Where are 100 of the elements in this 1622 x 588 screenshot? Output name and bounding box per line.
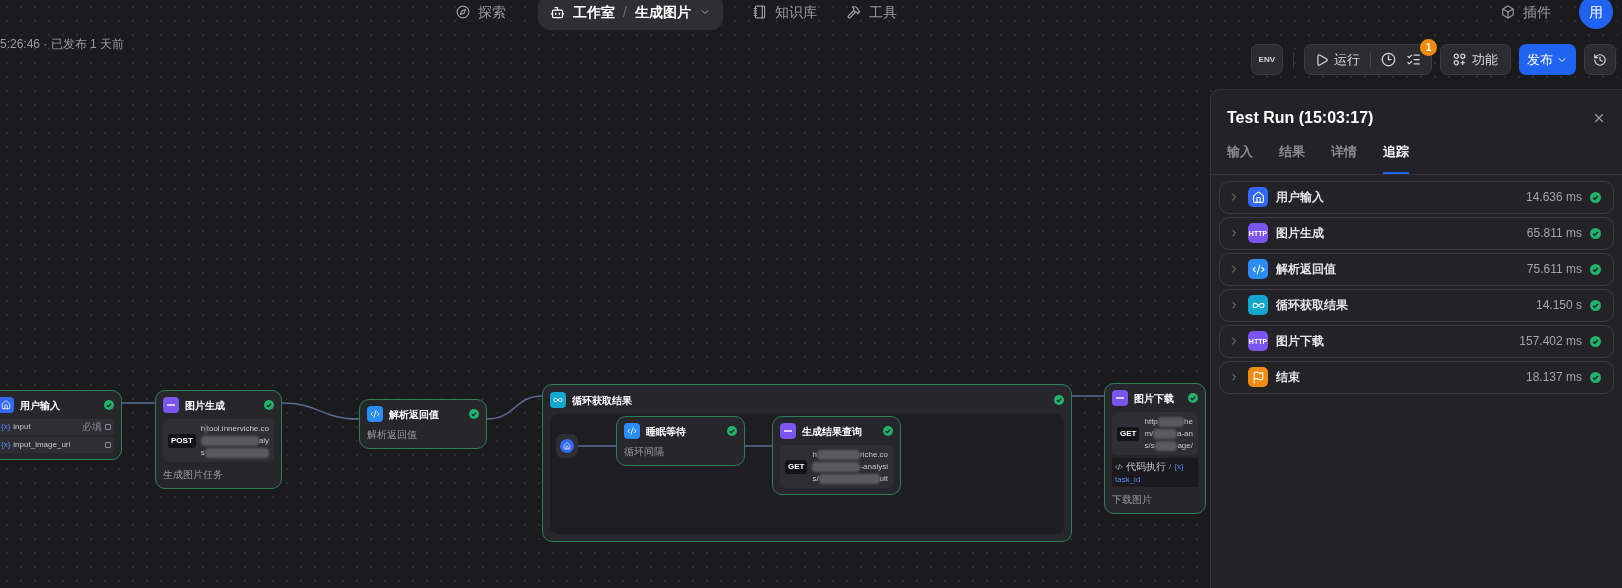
method-tag: GET [785, 459, 808, 474]
redaction-blur [1154, 440, 1178, 451]
url-text: ult [879, 473, 888, 484]
env-button[interactable]: ENV [1250, 44, 1283, 75]
loop-node[interactable]: 循环获取结果 睡眠等待 循环间隔 生成结果查询 GET h riche.co -analysi s/ ult [542, 384, 1072, 542]
house-icon [0, 397, 14, 413]
breadcrumb-separator: / [623, 2, 627, 22]
redaction-blur [818, 473, 880, 484]
play-icon [1315, 52, 1329, 67]
workflow-node[interactable]: 图片生成 POST h tool.innerviche.co aly s 生成图片任务 [155, 390, 282, 489]
url-text: m/ [1144, 428, 1154, 439]
code-icon [1248, 259, 1268, 279]
trace-row[interactable]: 结束 18.137 ms [1219, 360, 1614, 394]
variable-mark: {x} [1174, 460, 1184, 473]
edge-line [1071, 395, 1105, 397]
cube-icon [1501, 5, 1515, 19]
infinity-icon [550, 392, 566, 408]
type-icon [105, 424, 111, 430]
redaction-blur [812, 461, 861, 472]
trace-duration: 18.137 ms [1525, 369, 1582, 386]
run-button[interactable]: 运行 [1315, 49, 1360, 70]
ref-source: 代码执行 [1126, 460, 1166, 474]
panel-title: Test Run (15:03:17) [1227, 108, 1375, 128]
param-name: input_image_url [13, 439, 72, 451]
flag-icon [1248, 367, 1268, 387]
trace-row[interactable]: 解析返回值 75.611 ms [1219, 252, 1614, 286]
trace-node-name: 解析返回值 [1276, 261, 1337, 278]
bot-icon [550, 4, 565, 20]
panel-tab[interactable]: 详情 [1331, 142, 1357, 174]
url-text: s/ [812, 473, 819, 484]
edge-line [577, 445, 617, 447]
house-icon [1248, 187, 1268, 207]
nav-link[interactable]: 探索 [456, 1, 506, 23]
code-icon [1115, 462, 1123, 471]
nav-link[interactable]: 知识库 [752, 1, 817, 23]
infinity-icon [1248, 295, 1268, 315]
grid-plus-icon [1453, 53, 1466, 66]
nav-link[interactable]: 插件 [1501, 1, 1551, 23]
trace-node-name: 用户输入 [1276, 189, 1325, 206]
node-description: 解析返回值 [367, 428, 418, 442]
workflow-node[interactable]: 用户输入 {x} input 必填 {x} input_image_url [0, 390, 122, 460]
method-tag: GET [1117, 426, 1140, 441]
redaction-blur [1157, 416, 1185, 427]
node-title: 图片生成 [185, 398, 226, 413]
trace-duration: 65.811 ms [1526, 225, 1582, 242]
url-text: h [812, 449, 817, 460]
features-button[interactable]: 功能 [1440, 44, 1511, 75]
variable-mark: {x} [1, 421, 11, 433]
trace-row[interactable]: 循环获取结果 14.150 s [1219, 288, 1614, 322]
panel-tab[interactable]: 输入 [1227, 142, 1253, 174]
trace-duration: 75.611 ms [1526, 261, 1582, 278]
loop-start-node[interactable] [556, 434, 578, 458]
trace-duration: 14.150 s [1535, 297, 1582, 314]
url-text: tool.innerviche.co [206, 423, 269, 434]
url-text: riche.co [860, 449, 888, 460]
node-title: 睡眠等待 [646, 424, 687, 439]
workflow-node[interactable]: 图片下载 GET http he m/ a-an s/s age/ 代码执行 / {x} task_id 下载图片 [1104, 383, 1206, 514]
history-icon [1593, 52, 1607, 67]
close-icon[interactable] [1592, 111, 1606, 125]
trace-node-name: 图片生成 [1276, 225, 1325, 242]
workspace-pill[interactable]: 工作室 / 生成图片 [538, 0, 723, 30]
workflow-node[interactable]: 睡眠等待 循环间隔 [616, 416, 745, 466]
node-title: 图片下载 [1134, 391, 1175, 406]
method-tag: POST [168, 433, 196, 448]
workflow-node[interactable]: 生成结果查询 GET h riche.co -analysi s/ ult [772, 416, 901, 495]
redaction-blur [1153, 428, 1177, 439]
compass-icon [456, 5, 470, 19]
project-label: 生成图片 [634, 2, 691, 22]
avatar[interactable]: 用 [1579, 0, 1613, 29]
history-button[interactable] [1584, 44, 1616, 75]
panel-tab[interactable]: 追踪 [1383, 142, 1409, 174]
checklist-icon[interactable] [1406, 52, 1421, 67]
param-name: input [13, 421, 32, 433]
url-text: a-an [1177, 428, 1193, 439]
hammer-icon [846, 5, 861, 19]
ref-separator: / [1169, 460, 1172, 473]
trace-row[interactable]: 用户输入 14.636 ms [1219, 180, 1614, 214]
ref-variable: task_id [1115, 474, 1141, 486]
redaction-blur [204, 447, 269, 458]
url-text: h [200, 423, 206, 434]
trace-node-name: 图片下载 [1276, 333, 1325, 350]
notebook-icon [752, 5, 767, 19]
node-description: 下载图片 [1112, 493, 1153, 507]
url-text: he [1184, 416, 1193, 427]
panel-tab[interactable]: 结果 [1279, 142, 1305, 174]
variable-mark: {x} [1, 439, 11, 451]
edge-line [486, 395, 543, 420]
url-text: s [200, 447, 205, 458]
trace-duration: 157.402 ms [1519, 333, 1582, 350]
workflow-node[interactable]: 解析返回值 解析返回值 [359, 399, 487, 449]
node-description: 循环间隔 [624, 445, 665, 459]
url-text: aly [258, 435, 269, 446]
node-description: 生成图片任务 [163, 468, 224, 482]
node-title: 用户输入 [20, 398, 61, 413]
edge-line [744, 445, 773, 447]
nav-link[interactable]: 工具 [846, 1, 897, 23]
trace-node-name: 循环获取结果 [1276, 297, 1349, 314]
notification-badge: 1 [1420, 39, 1437, 56]
clock-icon[interactable] [1381, 52, 1396, 67]
publish-button[interactable]: 发布 [1519, 44, 1576, 75]
